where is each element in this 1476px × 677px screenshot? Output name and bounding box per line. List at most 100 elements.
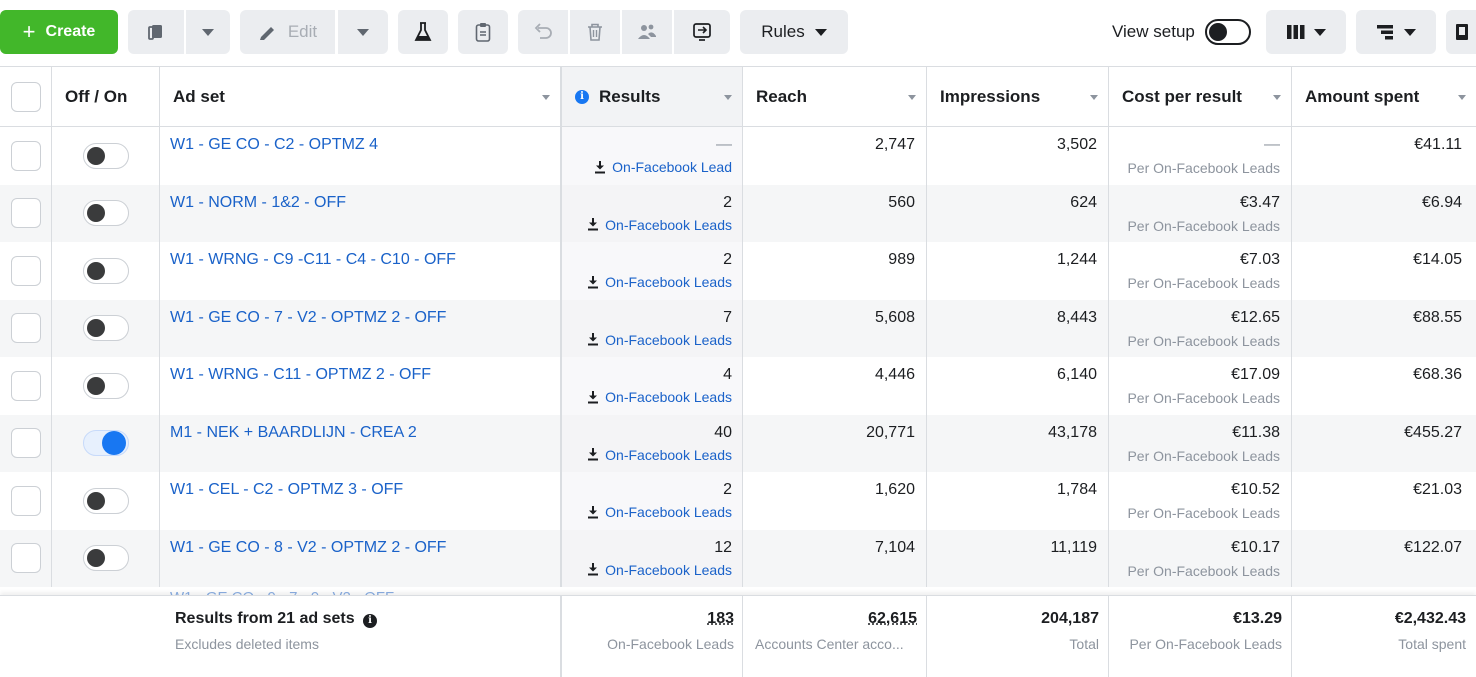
results-type-label: On-Facebook Leads [605, 389, 732, 405]
impressions-value: 3,502 [1056, 136, 1097, 153]
table-row[interactable]: W1 - WRNG - C11 - OPTMZ 2 - OFF 4 On-Faceb… [0, 357, 1476, 415]
amount-spent-cell: €88.55 [1292, 300, 1476, 358]
row-checkbox-cell [0, 184, 52, 242]
results-type[interactable]: On-Facebook Lead [562, 159, 732, 175]
impressions-value: 1,244 [1056, 251, 1097, 268]
table-row[interactable]: W1 - GE CO - 7 - V2 - OPTMZ 2 - OFF 7 On-F… [0, 299, 1476, 358]
ad-set-toggle[interactable] [82, 430, 129, 457]
select-all-checkbox[interactable] [10, 81, 41, 112]
info-icon[interactable]: i [575, 89, 589, 104]
create-button[interactable]: + Create [0, 10, 118, 54]
header-toggle[interactable]: Off / On [52, 67, 160, 126]
amount-value: €68.36 [1413, 366, 1462, 383]
header-toggle-label: Off / On [65, 86, 128, 106]
row-toggle-cell [52, 242, 160, 300]
footer-title-text: Results from 21 ad sets [175, 610, 355, 627]
ad-set-name-link[interactable]: W1 - GE CO - 8 - V2 - OPTMZ 2 - OFF [170, 539, 446, 556]
footer-reach: 62,615 Accounts Center acco... [743, 596, 927, 677]
header-reach-label: Reach [756, 86, 808, 106]
ad-set-name-link[interactable]: W1 - GE CO - C2 - OPTMZ 4 [170, 136, 378, 153]
test-button[interactable] [398, 10, 448, 54]
row-checkbox[interactable] [10, 313, 41, 344]
header-reach[interactable]: Reach [743, 67, 927, 126]
ad-set-name-link[interactable]: M1 - NEK + BAARDLIJN - CREA 2 [170, 424, 417, 441]
row-checkbox-cell [0, 127, 52, 185]
ad-set-name-link[interactable]: W1 - WRNG - C9 -C11 - C4 - C10 - OFF [170, 251, 456, 268]
info-icon[interactable]: i [363, 613, 378, 628]
rules-button[interactable]: Rules [740, 10, 848, 54]
cost-per-result-cell: €7.03 Per On-Facebook Leads [1109, 242, 1292, 300]
row-checkbox[interactable] [10, 428, 41, 459]
cost-per-result-cell: €17.09 Per On-Facebook Leads [1109, 357, 1292, 415]
table-row[interactable]: W1 - GE CO - 8 - V2 - OPTMZ 2 - OFF 12 On-… [0, 529, 1476, 587]
chevron-down-icon [202, 28, 214, 36]
header-ad-set[interactable]: Ad set [160, 67, 562, 126]
trash-icon [588, 23, 602, 41]
clipboard-button[interactable] [458, 10, 508, 54]
results-type[interactable]: On-Facebook Leads [562, 504, 732, 520]
results-type-label: On-Facebook Leads [605, 446, 732, 463]
ad-set-toggle[interactable] [82, 545, 129, 572]
header-results[interactable]: i Results [562, 67, 743, 126]
ad-set-toggle[interactable] [82, 142, 129, 169]
results-cell: 7 On-Facebook Leads [562, 299, 743, 357]
audience-button[interactable] [622, 10, 672, 54]
row-checkbox[interactable] [10, 255, 41, 286]
footer-results-value[interactable]: 183 [562, 610, 734, 628]
people-icon [638, 24, 656, 39]
sort-icon [908, 95, 916, 100]
view-setup-toggle[interactable] [1204, 19, 1251, 45]
edit-label: Edit [287, 22, 318, 41]
table-row[interactable]: M1 - NEK + BAARDLIJN - CREA 2 40 On-Facebo… [0, 414, 1476, 472]
duplicate-dropdown-button[interactable] [186, 10, 230, 54]
ad-set-toggle[interactable] [82, 257, 129, 284]
amount-value: €21.03 [1413, 481, 1462, 498]
results-type-label: On-Facebook Leads [605, 274, 732, 290]
ad-set-name-link[interactable]: W1 - NORM - 1&2 - OFF [170, 194, 346, 211]
ad-set-toggle[interactable] [82, 315, 129, 342]
ad-set-name-link[interactable]: W1 - WRNG - C11 - OPTMZ 2 - OFF [170, 366, 431, 383]
table-row[interactable]: W1 - NORM - 1&2 - OFF 2 On-Facebook Leads 5… [0, 184, 1476, 242]
cpr-value: €10.17 [1231, 538, 1280, 556]
table-row[interactable]: W1 - CEL - C2 - OPTMZ 3 - OFF 2 On-Faceboo… [0, 472, 1476, 530]
header-amount-spent[interactable]: Amount spent [1292, 67, 1476, 126]
create-label: Create [45, 23, 96, 40]
ad-set-toggle[interactable] [82, 372, 129, 399]
duplicate-button[interactable] [128, 10, 184, 54]
ad-set-name-link[interactable]: W1 - GE CO - 7 - V2 - OPTMZ 2 - OFF [170, 309, 446, 326]
results-type[interactable]: On-Facebook Leads [562, 332, 732, 348]
row-checkbox-cell [0, 299, 52, 357]
row-checkbox[interactable] [10, 485, 41, 516]
row-checkbox[interactable] [10, 198, 41, 229]
row-checkbox[interactable] [10, 370, 41, 401]
results-type-label: On-Facebook Leads [605, 331, 732, 348]
ad-set-toggle[interactable] [82, 487, 129, 514]
ad-set-name-link[interactable]: W1 - CEL - C2 - OPTMZ 3 - OFF [170, 481, 403, 498]
results-type[interactable]: On-Facebook Leads [562, 389, 732, 405]
rules-label: Rules [761, 22, 805, 41]
ad-set-toggle[interactable] [82, 200, 129, 227]
columns-button[interactable] [1266, 10, 1346, 54]
row-checkbox[interactable] [10, 543, 41, 574]
delete-button[interactable] [570, 10, 620, 54]
header-cost-per-result[interactable]: Cost per result [1109, 67, 1292, 126]
reports-button[interactable] [1446, 10, 1476, 54]
results-type[interactable]: On-Facebook Leads [562, 447, 732, 463]
results-type[interactable]: On-Facebook Leads [562, 562, 732, 578]
footer-reach-value[interactable]: 62,615 [743, 610, 917, 628]
results-type[interactable]: On-Facebook Leads [562, 217, 732, 233]
impressions-value: 43,178 [1048, 423, 1097, 441]
ab-test-button[interactable] [674, 10, 730, 54]
row-checkbox[interactable] [10, 140, 41, 171]
edit-dropdown-button[interactable] [338, 10, 388, 54]
undo-button[interactable] [518, 10, 568, 54]
impressions-cell: 6,140 [927, 357, 1109, 415]
breakdown-button[interactable] [1356, 10, 1436, 54]
table-row[interactable]: W1 - GE CO - C2 - OPTMZ 4 — On-Facebook Le… [0, 127, 1476, 185]
ad-set-name-cell: W1 - CEL - C2 - OPTMZ 3 - OFF [160, 472, 562, 530]
table-row[interactable]: W1 - WRNG - C9 -C11 - C4 - C10 - OFF 2 On-… [0, 242, 1476, 300]
results-type[interactable]: On-Facebook Leads [562, 274, 732, 290]
header-impressions[interactable]: Impressions [927, 67, 1109, 126]
edit-button[interactable]: Edit [240, 10, 335, 54]
results-value: 12 [714, 538, 732, 556]
